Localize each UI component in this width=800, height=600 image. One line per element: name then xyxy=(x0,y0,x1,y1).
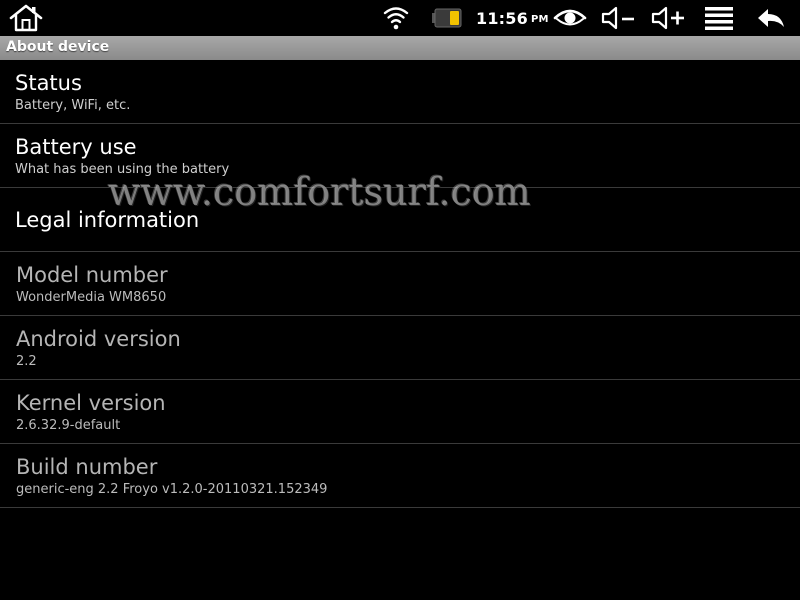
home-icon[interactable] xyxy=(4,0,48,36)
list-item-legal-information[interactable]: Legal information xyxy=(0,188,800,252)
title-bar: About device xyxy=(0,36,800,60)
list-item-model-number: Model number WonderMedia WM8650 xyxy=(0,252,800,316)
list-item-kernel-version: Kernel version 2.6.32.9-default xyxy=(0,380,800,444)
list-item-summary: What has been using the battery xyxy=(15,162,230,177)
list-item-title: Build number xyxy=(16,455,158,479)
clock-ampm: PM xyxy=(530,14,549,25)
list-item-android-version: Android version 2.2 xyxy=(0,316,800,380)
eye-icon[interactable] xyxy=(552,0,588,36)
wifi-icon xyxy=(382,0,410,36)
list-item-build-number: Build number generic-eng 2.2 Froyo v1.2.… xyxy=(0,444,800,508)
list-item-title: Status xyxy=(15,71,82,95)
list-item-title: Battery use xyxy=(15,135,137,159)
list-item-summary: 2.2 xyxy=(16,354,37,369)
back-icon[interactable] xyxy=(754,0,788,36)
list-item-title: Android version xyxy=(16,327,181,351)
list-item-title: Model number xyxy=(16,263,168,287)
list-item-summary: generic-eng 2.2 Froyo v1.2.0-20110321.15… xyxy=(16,482,328,497)
volume-down-icon[interactable] xyxy=(600,0,636,36)
status-bar: 11:56 PM xyxy=(0,0,800,36)
clock-time: 11:56 xyxy=(476,8,528,28)
list-item-battery-use[interactable]: Battery use What has been using the batt… xyxy=(0,124,800,188)
volume-up-icon[interactable] xyxy=(649,0,687,36)
settings-list: Status Battery, WiFi, etc. Battery use W… xyxy=(0,60,800,508)
battery-icon xyxy=(430,0,464,36)
menu-icon[interactable] xyxy=(702,0,736,36)
list-item-title: Kernel version xyxy=(16,391,166,415)
list-item-status[interactable]: Status Battery, WiFi, etc. xyxy=(0,60,800,124)
page-title: About device xyxy=(6,39,110,55)
list-item-summary: Battery, WiFi, etc. xyxy=(15,98,131,113)
list-item-summary: WonderMedia WM8650 xyxy=(16,290,167,305)
clock: 11:56 PM xyxy=(476,0,549,36)
list-item-title: Legal information xyxy=(15,208,200,232)
list-item-summary: 2.6.32.9-default xyxy=(16,418,121,433)
